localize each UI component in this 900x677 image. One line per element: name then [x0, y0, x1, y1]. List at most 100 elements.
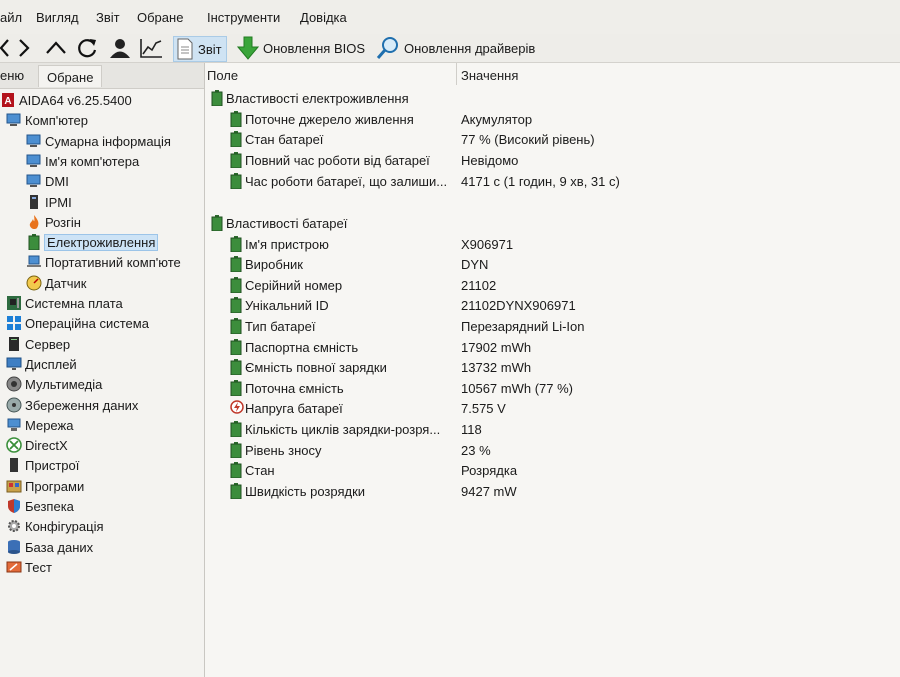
forward-button[interactable]: [16, 36, 32, 60]
property-value: Невідомо: [461, 153, 519, 168]
property-row[interactable]: Паспортна ємність 17902 mWh: [205, 337, 900, 357]
property-row[interactable]: Повний час роботи від батареї Невідомо: [205, 150, 900, 170]
tree-item[interactable]: Портативний комп'юте: [26, 252, 181, 272]
tree-item[interactable]: Пристрої: [6, 455, 79, 475]
section-header[interactable]: Властивості електроживлення: [205, 88, 900, 108]
property-row[interactable]: Рівень зносу 23 %: [205, 440, 900, 460]
tree-item[interactable]: Сумарна інформація: [26, 131, 171, 151]
xbox-icon: [6, 437, 22, 453]
property-row[interactable]: Поточна ємність 10567 mWh (77 %): [205, 378, 900, 398]
up-button[interactable]: [44, 36, 68, 60]
back-button[interactable]: [0, 36, 10, 60]
tree-item[interactable]: Комп'ютер: [6, 110, 88, 130]
property-value: Перезарядний Li-Ion: [461, 319, 585, 334]
report-button-label: Звіт: [198, 41, 222, 57]
section-title: Властивості батареї: [226, 216, 348, 231]
tree-item[interactable]: DirectX: [6, 435, 68, 455]
menu-favorites[interactable]: Обране: [137, 10, 183, 25]
tree-item-label: Операційна система: [25, 315, 149, 331]
menu-help[interactable]: Довідка: [300, 10, 347, 25]
tree-item[interactable]: Системна плата: [6, 293, 123, 313]
tree-item[interactable]: Збереження даних: [6, 395, 138, 415]
shield-icon: [6, 498, 22, 514]
details-pane: Поле Значення Властивості електроживленн…: [205, 63, 900, 677]
tree-item-label: База даних: [25, 539, 94, 555]
battery-icon: [211, 90, 225, 107]
property-row[interactable]: Виробник DYN: [205, 254, 900, 274]
battery-icon: [230, 152, 244, 169]
property-name: Виробник: [245, 257, 303, 272]
server-icon: [6, 336, 22, 352]
property-row[interactable]: Кількість циклів зарядки-розря... 118: [205, 419, 900, 439]
property-row[interactable]: Поточне джерело живлення Акумулятор: [205, 109, 900, 129]
property-name: Ім'я пристрою: [245, 237, 329, 252]
tree-item-label: Розгін: [45, 214, 81, 230]
battery-icon: [230, 256, 244, 273]
tree-item[interactable]: Мережа: [6, 415, 73, 435]
menu-report[interactable]: Звіт: [96, 10, 120, 25]
battery-icon: [211, 215, 225, 232]
tree-item[interactable]: Тест: [6, 557, 52, 577]
tree-item[interactable]: Мультимедіа: [6, 374, 102, 394]
computer-icon: [26, 173, 42, 189]
tree-item-label: Програми: [25, 478, 85, 494]
battery-icon: [230, 173, 244, 190]
tree-item[interactable]: Конфігурація: [6, 516, 104, 536]
tree-item-label: Мережа: [25, 417, 74, 433]
tree-item-label: Комп'ютер: [25, 112, 88, 128]
tree-item[interactable]: Операційна система: [6, 313, 149, 333]
display-icon: [6, 356, 22, 372]
section-header[interactable]: Властивості батареї: [205, 213, 900, 233]
tree-item[interactable]: Розгін: [26, 212, 81, 232]
magnifier-icon: [376, 37, 398, 59]
property-row[interactable]: Серійний номер 21102: [205, 275, 900, 295]
property-row[interactable]: Стан батареї 77 % (Високий рівень): [205, 129, 900, 149]
report-button[interactable]: Звіт: [173, 36, 227, 62]
menu-file[interactable]: айл: [0, 10, 22, 25]
property-row[interactable]: Швидкість розрядки 9427 mW: [205, 481, 900, 501]
property-value: X906971: [461, 237, 514, 252]
property-row[interactable]: Тип батареї Перезарядний Li-Ion: [205, 316, 900, 336]
menu-view[interactable]: Вигляд: [36, 10, 79, 25]
tree-item[interactable]: DMI: [26, 171, 69, 191]
property-row[interactable]: Напруга батареї 7.575 V: [205, 398, 900, 418]
tree-item-label: Портативний комп'юте: [45, 254, 181, 270]
tree-item[interactable]: Сервер: [6, 334, 70, 354]
property-row[interactable]: Час роботи батареї, що залиши... 4171 с (…: [205, 171, 900, 191]
tree-item[interactable]: Електроживлення: [26, 232, 159, 252]
section-title: Властивості електроживлення: [226, 91, 409, 106]
tree-item[interactable]: IPMI: [26, 192, 72, 212]
benchmark-button[interactable]: [139, 36, 163, 60]
bios-update-button[interactable]: Оновлення BIOS: [237, 36, 365, 60]
config-icon: [6, 518, 22, 534]
tree-item[interactable]: Безпека: [6, 496, 74, 516]
battery-icon: [230, 131, 244, 148]
property-row[interactable]: Ім'я пристрою X906971: [205, 234, 900, 254]
property-value: DYN: [461, 257, 489, 272]
tree-item[interactable]: Датчик: [26, 273, 86, 293]
tree-item[interactable]: База даних: [6, 537, 93, 557]
tree-item[interactable]: Програми: [6, 476, 84, 496]
refresh-button[interactable]: [77, 36, 99, 60]
column-header-field[interactable]: Поле: [207, 68, 238, 83]
tab-menu[interactable]: еню: [0, 68, 24, 83]
tree-item-label: Електроживлення: [43, 233, 159, 251]
battery-icon: [230, 462, 244, 479]
toolbar: Звіт Оновлення BIOS Оновлення драйверів: [0, 34, 900, 63]
ipmi-icon: [26, 194, 42, 210]
column-divider[interactable]: [456, 63, 457, 85]
user-icon: [110, 39, 130, 58]
user-button[interactable]: [108, 36, 132, 60]
property-row[interactable]: Унікальний ID 21102DYNX906971: [205, 295, 900, 315]
battery-icon: [230, 236, 244, 253]
menu-tools[interactable]: Інструменти: [207, 10, 280, 25]
property-row[interactable]: Ємність повної зарядки 13732 mWh: [205, 357, 900, 377]
tab-favorites[interactable]: Обране: [38, 65, 103, 87]
tree-item[interactable]: A AIDA64 v6.25.5400: [0, 90, 132, 110]
driver-update-button[interactable]: Оновлення драйверів: [376, 36, 535, 60]
column-header-value[interactable]: Значення: [461, 68, 518, 83]
network-icon: [6, 417, 22, 433]
property-row[interactable]: Стан Розрядка: [205, 460, 900, 480]
tree-item[interactable]: Дисплей: [6, 354, 77, 374]
tree-item[interactable]: Ім'я комп'ютера: [26, 151, 139, 171]
